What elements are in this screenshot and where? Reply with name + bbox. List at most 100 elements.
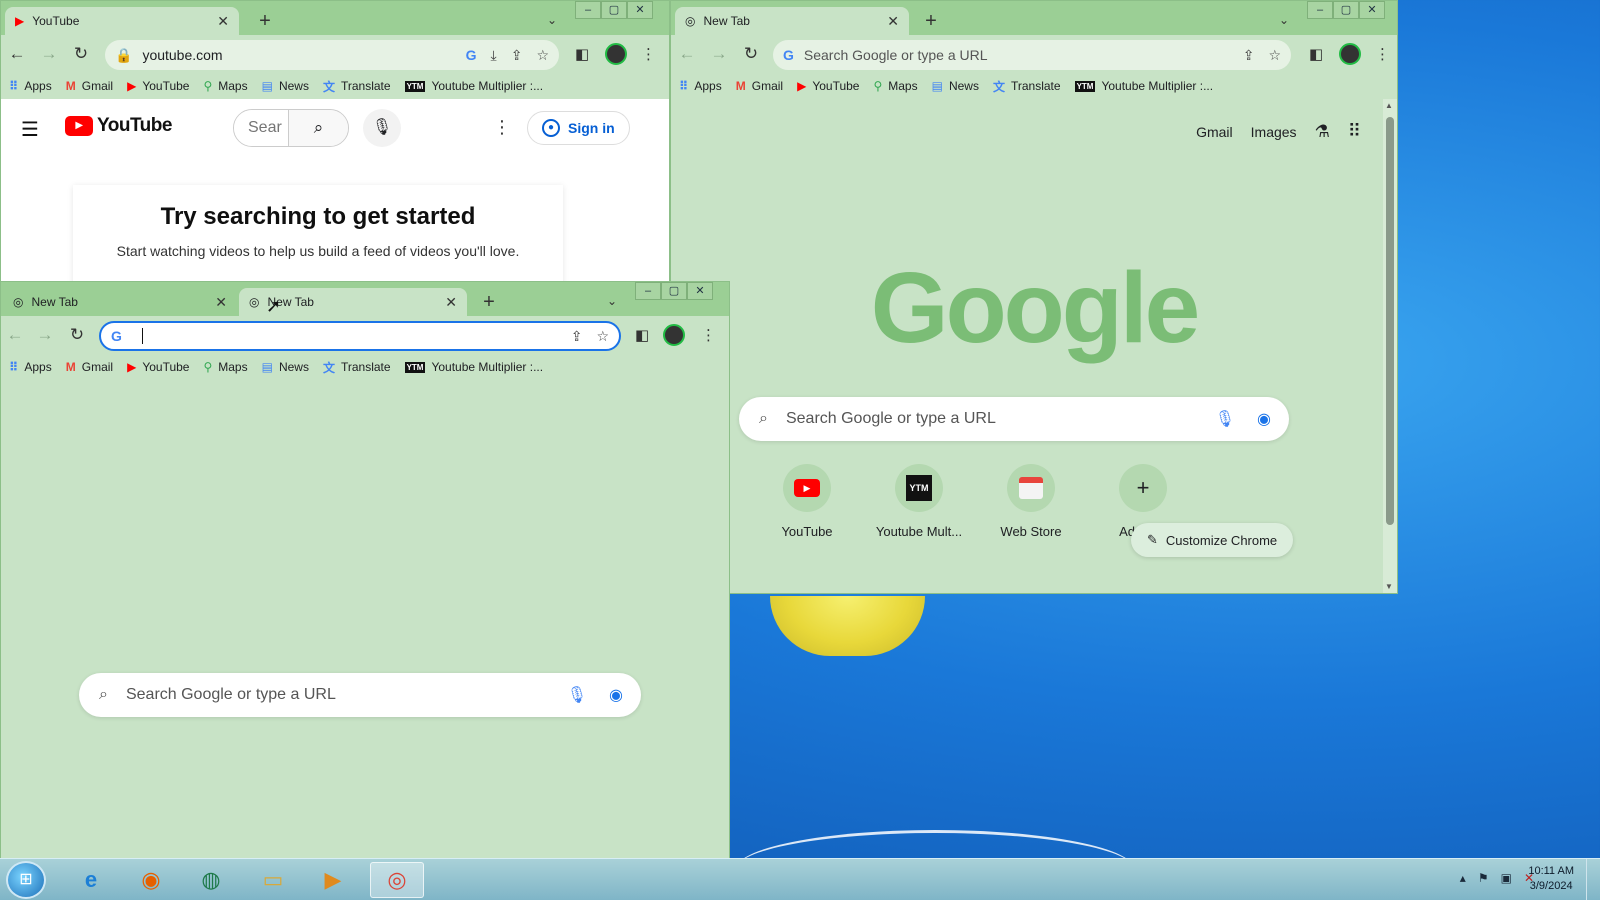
install-icon[interactable]: ⤓ — [491, 47, 497, 64]
bookmark-maps[interactable]: ⚲ Maps — [873, 79, 917, 93]
start-button[interactable]: ⊞ — [6, 861, 46, 899]
bookmark-gmail[interactable]: M Gmail — [736, 79, 783, 93]
close-tab-icon[interactable]: ✕ — [445, 294, 457, 311]
close-window-icon[interactable]: ✕ — [1359, 1, 1385, 19]
bookmark-translate[interactable]: 文 Translate — [323, 78, 391, 95]
tab-new-tab[interactable]: ◎ New Tab ✕ — [675, 7, 909, 35]
bookmark-apps[interactable]: ⠿ Apps — [9, 360, 52, 374]
taskbar-chrome-icon[interactable]: ◎ — [370, 862, 424, 898]
menu-kebab-icon[interactable]: ⋮ — [641, 45, 656, 63]
youtube-search-input[interactable] — [234, 110, 288, 146]
youtube-logo[interactable]: ▶ YouTube — [65, 115, 172, 137]
maximize-icon[interactable]: ▢ — [601, 1, 627, 19]
forward-icon[interactable]: → — [707, 43, 731, 65]
menu-kebab-icon[interactable]: ⋮ — [1375, 45, 1390, 63]
share-icon[interactable]: ⇪ — [511, 47, 523, 64]
bookmark-youtube[interactable]: ▶ YouTube — [797, 79, 859, 93]
bookmark-star-icon[interactable]: ☆ — [1268, 47, 1281, 64]
minimize-icon[interactable]: – — [635, 282, 661, 300]
bookmark-maps[interactable]: ⚲ Maps — [203, 79, 247, 93]
forward-icon[interactable]: → — [33, 324, 57, 346]
tab-new-tab-1[interactable]: ◎ New Tab ✕ — [3, 288, 237, 316]
google-apps-grid-icon[interactable]: ⠿ — [1348, 121, 1361, 142]
profile-avatar[interactable] — [1339, 43, 1361, 65]
google-lens-icon[interactable]: G — [466, 47, 477, 64]
tab-search-chevron-icon[interactable]: ⌄ — [1279, 13, 1289, 27]
google-lens-camera-icon[interactable]: ◉ — [1257, 409, 1271, 429]
taskbar-internet-explorer-icon[interactable]: e — [64, 862, 118, 898]
forward-icon[interactable]: → — [37, 43, 61, 65]
bookmark-youtube-multiplier[interactable]: YTM Youtube Multiplier :... — [1074, 79, 1213, 93]
search-icon[interactable]: ⌕ — [288, 110, 348, 146]
bookmark-news[interactable]: ▤ News — [932, 79, 979, 93]
new-tab-button[interactable]: + — [253, 11, 277, 33]
bookmark-youtube[interactable]: ▶ YouTube — [127, 360, 189, 374]
vertical-scrollbar[interactable]: ▲ ▼ — [1383, 99, 1397, 593]
voice-search-mic-icon[interactable]: 🎙 — [1215, 409, 1235, 429]
close-tab-icon[interactable]: ✕ — [887, 13, 899, 30]
profile-avatar[interactable] — [663, 324, 685, 346]
reload-icon[interactable]: ↻ — [69, 43, 93, 65]
close-window-icon[interactable]: ✕ — [627, 1, 653, 19]
address-bar[interactable]: G ⇪ ☆ — [99, 321, 621, 351]
side-panel-icon[interactable]: ◧ — [1309, 45, 1323, 63]
scroll-up-arrow-icon[interactable]: ▲ — [1385, 101, 1393, 110]
bookmark-star-icon[interactable]: ☆ — [596, 328, 609, 345]
action-center-flag-icon[interactable]: ⚑ — [1478, 871, 1489, 885]
maximize-icon[interactable]: ▢ — [1333, 1, 1359, 19]
minimize-icon[interactable]: – — [575, 1, 601, 19]
bookmark-gmail[interactable]: M Gmail — [66, 360, 113, 374]
sign-in-button[interactable]: ● Sign in — [527, 111, 630, 145]
shortcut-web-store[interactable]: Web Store — [985, 464, 1077, 539]
network-icon[interactable]: ▣ — [1501, 871, 1512, 885]
scroll-down-arrow-icon[interactable]: ▼ — [1385, 582, 1393, 591]
bookmark-star-icon[interactable]: ☆ — [536, 47, 549, 64]
system-clock[interactable]: 10:11 AM 3/9/2024 — [1528, 864, 1574, 894]
tab-youtube[interactable]: ▶ YouTube ✕ — [5, 7, 239, 35]
maximize-icon[interactable]: ▢ — [661, 282, 687, 300]
bookmark-apps[interactable]: ⠿ Apps — [9, 79, 52, 93]
shortcut-youtube-multiplier[interactable]: YTM Youtube Mult... — [873, 464, 965, 539]
taskbar-media-player-icon[interactable]: ▶ — [306, 862, 360, 898]
new-tab-button[interactable]: + — [477, 292, 501, 314]
show-hidden-icons-chevron-icon[interactable]: ▴ — [1460, 871, 1466, 885]
bookmark-news[interactable]: ▤ News — [262, 360, 309, 374]
new-tab-button[interactable]: + — [919, 11, 943, 33]
taskbar-file-explorer-icon[interactable]: ▭ — [246, 862, 300, 898]
bookmark-apps[interactable]: ⠿ Apps — [679, 79, 722, 93]
taskbar-globe-app-icon[interactable]: ◍ — [184, 862, 238, 898]
gmail-link[interactable]: Gmail — [1196, 124, 1233, 140]
bookmark-translate[interactable]: 文 Translate — [323, 359, 391, 376]
google-search-box[interactable]: ⌕ Search Google or type a URL 🎙 ◉ — [79, 673, 641, 717]
address-bar[interactable]: G Search Google or type a URL ⇪ ☆ — [773, 40, 1291, 70]
close-window-icon[interactable]: ✕ — [687, 282, 713, 300]
bookmark-youtube-multiplier[interactable]: YTM Youtube Multiplier :... — [404, 79, 543, 93]
show-desktop-button[interactable] — [1586, 859, 1600, 900]
share-icon[interactable]: ⇪ — [1243, 47, 1255, 64]
reload-icon[interactable]: ↻ — [65, 324, 89, 346]
back-icon[interactable]: ← — [3, 324, 27, 346]
minimize-icon[interactable]: – — [1307, 1, 1333, 19]
address-bar[interactable]: 🔒 youtube.com G ⤓ ⇪ ☆ — [105, 40, 559, 70]
profile-avatar[interactable] — [605, 43, 627, 65]
customize-chrome-button[interactable]: ✎ Customize Chrome — [1131, 523, 1294, 557]
share-icon[interactable]: ⇪ — [571, 328, 583, 345]
settings-kebab-icon[interactable]: ⋮ — [493, 117, 511, 138]
google-lens-camera-icon[interactable]: ◉ — [609, 685, 623, 705]
tab-search-chevron-icon[interactable]: ⌄ — [547, 13, 557, 27]
bookmark-translate[interactable]: 文 Translate — [993, 78, 1061, 95]
back-icon[interactable]: ← — [675, 43, 699, 65]
tab-search-chevron-icon[interactable]: ⌄ — [607, 294, 617, 308]
bookmark-youtube-multiplier[interactable]: YTM Youtube Multiplier :... — [404, 360, 543, 374]
close-tab-icon[interactable]: ✕ — [217, 13, 229, 30]
images-link[interactable]: Images — [1251, 124, 1297, 140]
close-tab-icon[interactable]: ✕ — [215, 294, 227, 311]
reload-icon[interactable]: ↻ — [739, 43, 763, 65]
bookmark-news[interactable]: ▤ News — [262, 79, 309, 93]
google-search-box[interactable]: ⌕ Search Google or type a URL 🎙 ◉ — [739, 397, 1289, 441]
voice-search-mic-icon[interactable]: 🎙 — [567, 685, 587, 705]
back-icon[interactable]: ← — [5, 43, 29, 65]
menu-kebab-icon[interactable]: ⋮ — [701, 326, 716, 344]
taskbar-firefox-icon[interactable]: ◉ — [124, 862, 178, 898]
side-panel-icon[interactable]: ◧ — [575, 45, 589, 63]
